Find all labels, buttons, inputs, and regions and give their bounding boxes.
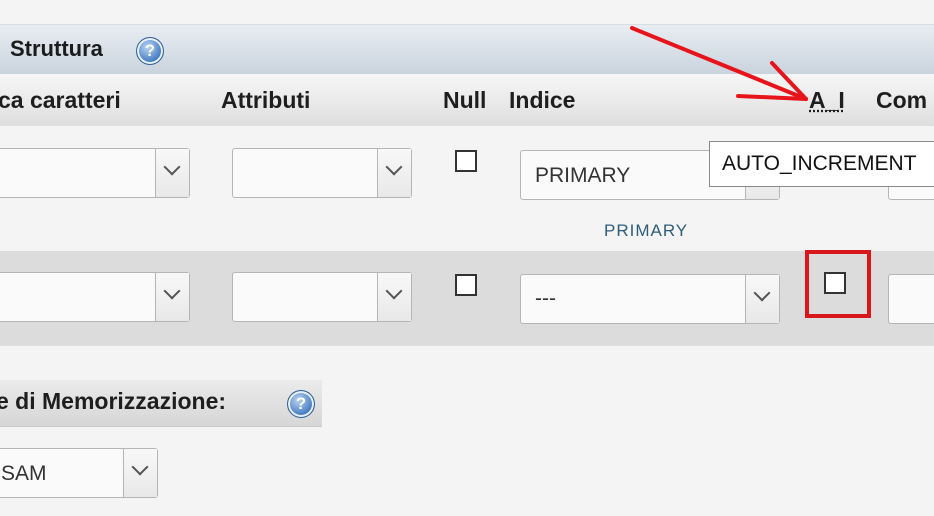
storage-engine-select[interactable]: SAM <box>0 448 158 498</box>
annotation-arrow-icon <box>630 26 808 101</box>
storage-engine-label: e di Memorizzazione: <box>0 388 227 414</box>
storage-engine-value: SAM <box>1 462 47 485</box>
help-icon[interactable]: ? <box>287 390 315 418</box>
chevron-down-icon <box>123 449 157 497</box>
